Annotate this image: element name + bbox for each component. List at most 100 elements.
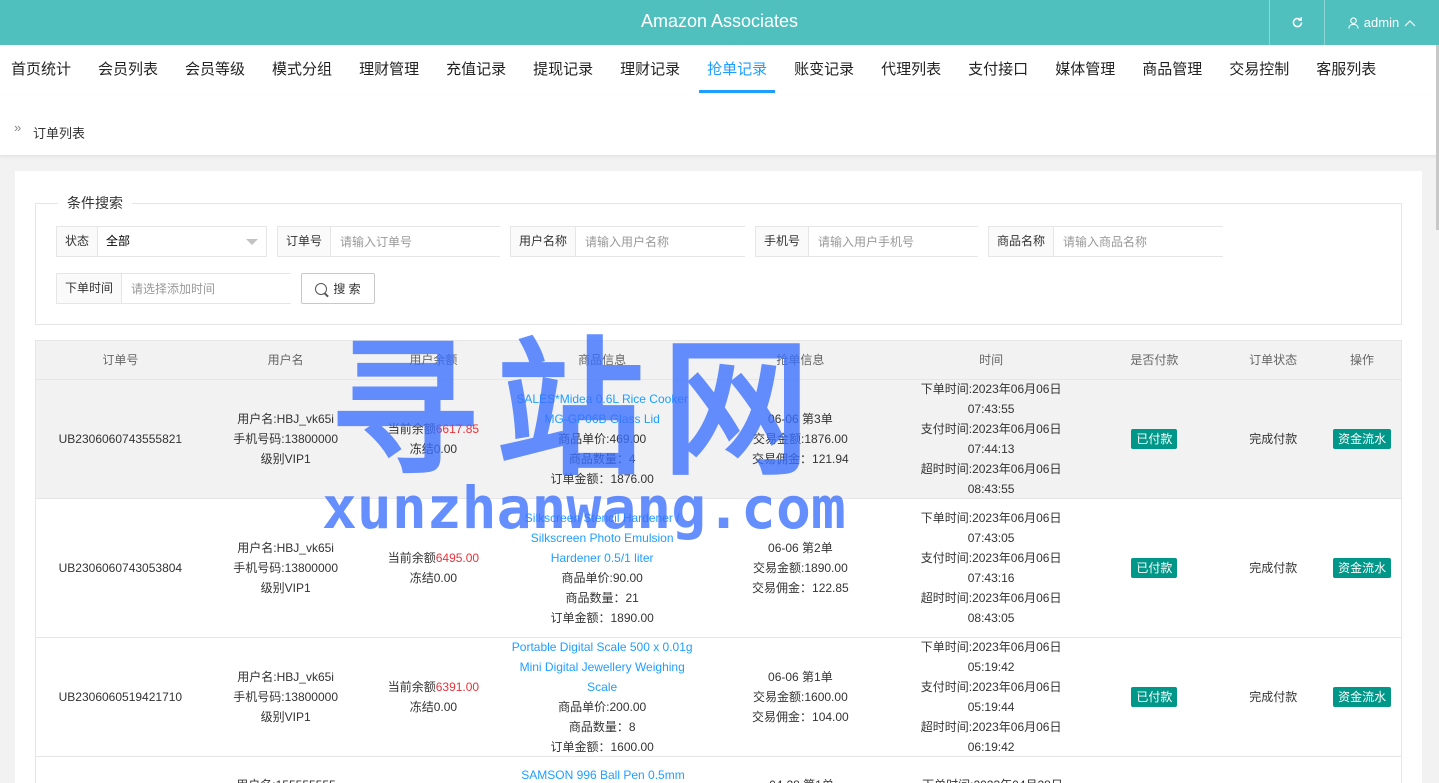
- order-amount: 订单金额：1876.00: [550, 472, 654, 486]
- order-time: 下单时间:2023年04月28日 11:02:12: [898, 775, 1087, 783]
- timeout-time: 超时时间:2023年06月06日 06:19:42: [920, 720, 1062, 754]
- grab-info: 06-06 第3单 交易金额:1876.00 交易佣金：121.94: [704, 409, 897, 469]
- header-order-no: 订单号: [102, 353, 139, 367]
- main-nav: 首页统计 会员列表 会员等级 模式分组 理财管理 充值记录 提现记录 理财记录 …: [0, 45, 1439, 95]
- nav-item-recharge[interactable]: 充值记录: [438, 45, 514, 95]
- balance-value: 6617.85: [435, 422, 480, 436]
- grab-seq: 04-28 第1单: [705, 775, 898, 783]
- refresh-icon: [1292, 17, 1302, 28]
- user-name-line: 用户名:HBJ_vk65i: [237, 670, 334, 684]
- user-menu[interactable]: admin: [1324, 0, 1439, 45]
- header-action: 操作: [1350, 353, 1375, 367]
- nav-item-finance-mgmt[interactable]: 理财管理: [351, 45, 427, 95]
- paid-badge: 已付款: [1131, 558, 1178, 578]
- action-cell: 资金流水: [1323, 558, 1401, 578]
- fund-flow-button[interactable]: 资金流水: [1333, 687, 1392, 707]
- order-no-input[interactable]: [331, 227, 505, 256]
- paid-cell: 已付款: [1085, 429, 1223, 449]
- user-level-line: 级别VIP1: [260, 710, 311, 724]
- product-info: Silkscreen Stencil Hardener / Silkscreen…: [500, 508, 704, 628]
- unit-price: 商品单价:90.00: [561, 571, 643, 585]
- user-phone-line: 手机号码:13800000: [233, 690, 338, 704]
- product-label: 商品名称: [989, 227, 1055, 256]
- table-row: UB2306060743053804 用户名:HBJ_vk65i 手机号码:13…: [36, 499, 1401, 638]
- unit-price: 商品单价:200.00: [558, 700, 647, 714]
- timeout-time: 超时时间:2023年06月06日 08:43:55: [920, 462, 1062, 496]
- time-info: 下单时间:2023年06月06日 05:19:42 支付时间:2023年06月0…: [897, 637, 1086, 757]
- status-filter: 状态 全部: [56, 226, 267, 257]
- nav-item-balance-changes[interactable]: 账变记录: [786, 45, 862, 95]
- product-input[interactable]: [1054, 227, 1228, 256]
- header-status: 订单状态: [1249, 353, 1298, 367]
- order-no-filter: 订单号: [277, 226, 505, 257]
- nav-item-withdraw[interactable]: 提现记录: [525, 45, 601, 95]
- trade-amount: 交易金额:1876.00: [753, 432, 848, 446]
- balance-label: 当前余额: [387, 680, 436, 694]
- balance-info: 当前余额6391.00 冻结0.00: [367, 677, 501, 717]
- breadcrumb-current: 订单列表: [33, 126, 86, 141]
- refresh-button[interactable]: [1269, 0, 1324, 45]
- phone-filter: 手机号: [755, 226, 983, 257]
- header-grab-info: 抢单信息: [776, 353, 825, 367]
- table-row: 用户名:155555555 SAMSON 996 Ball Pen 0.5mm …: [36, 757, 1401, 783]
- order-status: 完成付款: [1249, 432, 1298, 446]
- product-info: SALES*Midea 0.6L Rice Cooker MG-GP06B Gl…: [500, 389, 704, 489]
- order-no-label: 订单号: [278, 227, 332, 256]
- nav-item-payment[interactable]: 支付接口: [960, 45, 1036, 95]
- pay-time: 支付时间:2023年06月06日 05:19:44: [920, 680, 1062, 714]
- order-status: 完成付款: [1249, 561, 1298, 575]
- nav-item-trade-control[interactable]: 交易控制: [1221, 45, 1297, 95]
- username-input[interactable]: [576, 227, 750, 256]
- username-filter: 用户名称: [510, 226, 750, 257]
- nav-item-home-stats[interactable]: 首页统计: [3, 45, 79, 95]
- grab-info: 06-06 第1单 交易金额:1600.00 交易佣金：104.00: [704, 667, 897, 727]
- product-filter: 商品名称: [988, 226, 1228, 257]
- time-input[interactable]: [122, 274, 296, 303]
- frozen-value: 冻结0.00: [409, 442, 458, 456]
- nav-item-mode-groups[interactable]: 模式分组: [264, 45, 340, 95]
- order-time: 下单时间:2023年06月06日 07:43:05: [920, 511, 1062, 545]
- commission: 交易佣金：104.00: [752, 710, 849, 724]
- breadcrumb: » 订单列表: [0, 95, 1439, 156]
- nav-item-agents[interactable]: 代理列表: [873, 45, 949, 95]
- table-row: UB2306060519421710 用户名:HBJ_vk65i 手机号码:13…: [36, 638, 1401, 757]
- nav-item-products[interactable]: 商品管理: [1134, 45, 1210, 95]
- commission: 交易佣金：122.85: [752, 581, 849, 595]
- table-row: UB2306060743555821 用户名:HBJ_vk65i 手机号码:13…: [36, 380, 1401, 499]
- nav-item-members[interactable]: 会员列表: [90, 45, 166, 95]
- user-info: 用户名:HBJ_vk65i 手机号码:13800000 级别VIP1: [205, 667, 367, 727]
- nav-item-member-levels[interactable]: 会员等级: [177, 45, 253, 95]
- product-name-link[interactable]: SALES*Midea 0.6L Rice Cooker MG-GP06B Gl…: [504, 389, 700, 429]
- app-title: Amazon Associates: [640, 11, 799, 31]
- user-level-line: 级别VIP1: [260, 581, 311, 595]
- product-name-link[interactable]: Portable Digital Scale 500 x 0.01g Mini …: [504, 637, 700, 697]
- search-legend: 条件搜索: [58, 194, 132, 212]
- search-button[interactable]: 搜 索: [301, 273, 375, 304]
- header-balance: 用户余额: [409, 353, 458, 367]
- user-level-line: 级别VIP1: [260, 452, 311, 466]
- time-info: 下单时间:2023年04月28日 11:02:12: [898, 775, 1087, 783]
- order-no: UB2306060743053804: [58, 561, 183, 575]
- user-info: 用户名:155555555: [205, 775, 367, 783]
- nav-item-customer-service[interactable]: 客服列表: [1308, 45, 1384, 95]
- nav-item-finance-records[interactable]: 理财记录: [612, 45, 688, 95]
- fund-flow-button[interactable]: 资金流水: [1333, 558, 1392, 578]
- balance-value: 6495.00: [435, 551, 480, 565]
- user-icon: [1348, 16, 1359, 29]
- product-name-link[interactable]: Silkscreen Stencil Hardener / Silkscreen…: [504, 508, 700, 568]
- product-name-link[interactable]: SAMSON 996 Ball Pen 0.5mm: [505, 765, 701, 783]
- user-phone-line: 手机号码:13800000: [233, 432, 338, 446]
- time-info: 下单时间:2023年06月06日 07:43:05 支付时间:2023年06月0…: [897, 508, 1086, 628]
- double-chevron-right-icon: »: [14, 120, 22, 135]
- nav-item-grab-orders[interactable]: 抢单记录: [699, 45, 776, 95]
- user-phone-line: 手机号码:13800000: [233, 561, 338, 575]
- status-select[interactable]: 全部: [98, 227, 266, 256]
- user-name: admin: [1363, 15, 1400, 30]
- order-amount: 订单金额：1890.00: [550, 611, 654, 625]
- phone-input[interactable]: [809, 227, 983, 256]
- paid-cell: 已付款: [1085, 687, 1223, 707]
- chevron-up-icon: [1404, 19, 1416, 26]
- nav-item-media[interactable]: 媒体管理: [1047, 45, 1123, 95]
- fund-flow-button[interactable]: 资金流水: [1333, 429, 1392, 449]
- order-time: 下单时间:2023年06月06日 07:43:55: [920, 382, 1062, 416]
